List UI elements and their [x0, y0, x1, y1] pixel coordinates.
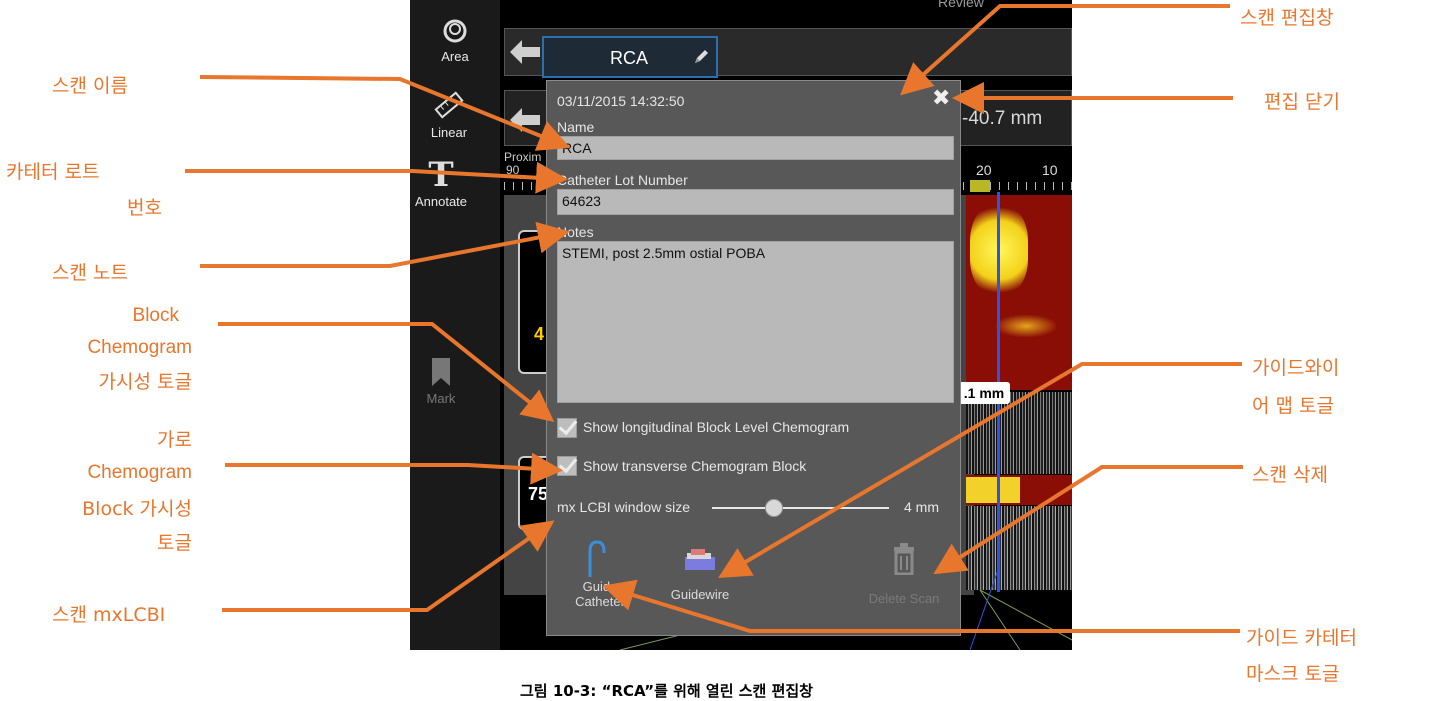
callout-lot-2: 번호 — [127, 197, 162, 219]
arrow-block-toggle — [218, 322, 555, 423]
callout-close-edit: 편집 닫기 — [1264, 91, 1340, 113]
callout-trans-1: 가로 — [157, 429, 192, 451]
arrow-mxlcbi — [222, 520, 555, 612]
arrow-lot-number — [185, 161, 568, 194]
callout-block-1: Block — [132, 305, 179, 326]
arrow-delete — [933, 465, 1243, 575]
callout-lot-1: 카테터 로트 — [6, 161, 100, 183]
arrow-transverse-toggle — [225, 452, 563, 485]
arrow-edit-window — [900, 3, 1230, 96]
callout-guide-mask-1: 가이드 카테터 — [1246, 627, 1357, 649]
callout-delete-scan: 스캔 삭제 — [1252, 464, 1328, 486]
callout-guide-mask-2: 마스크 토글 — [1246, 663, 1340, 685]
arrow-notes — [200, 221, 570, 268]
callout-guidewire-2: 어 맵 토글 — [1252, 395, 1334, 417]
callout-edit-window: 스캔 편집창 — [1240, 7, 1334, 29]
callout-arrows — [185, 3, 1243, 633]
arrow-guide-mask — [602, 579, 1240, 633]
callout-trans-3: Block 가시성 — [82, 498, 192, 520]
callout-scan-name: 스캔 이름 — [52, 75, 128, 97]
callout-mxlcbi: 스캔 mxLCBI — [52, 604, 166, 626]
callout-trans-2: Chemogram — [87, 462, 192, 483]
callout-block-2: Chemogram — [87, 337, 192, 358]
callout-trans-4: 토글 — [157, 532, 192, 554]
figure-caption: 그림 10-3: “RCA”를 위해 열린 스캔 편집창 — [520, 682, 813, 700]
callout-block-3: 가시성 토글 — [98, 371, 192, 393]
callout-guidewire-1: 가이드와이 — [1252, 357, 1340, 379]
arrow-scan-name — [199, 75, 571, 151]
callout-notes: 스캔 노트 — [52, 262, 128, 284]
